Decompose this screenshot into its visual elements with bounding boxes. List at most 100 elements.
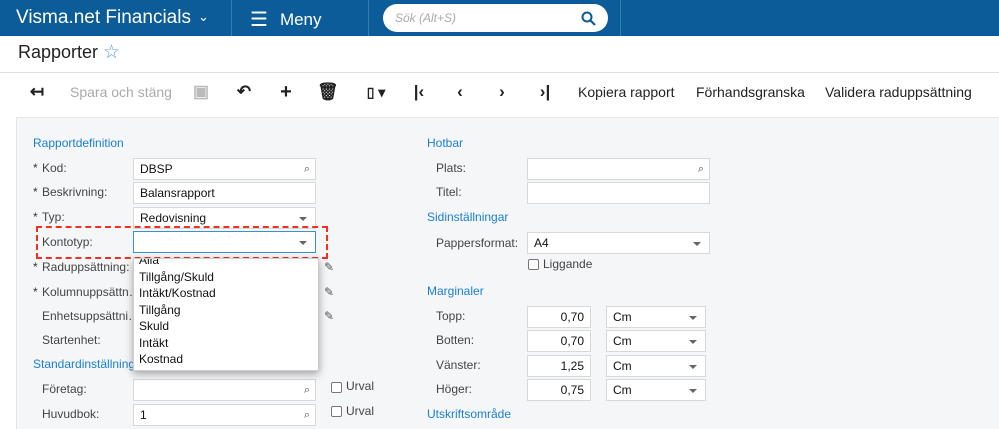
huvudbok-value: 1 — [140, 408, 147, 422]
clipboard-icon[interactable]: ▯ ▾ — [360, 82, 392, 102]
search-icon[interactable]: ⌕ — [698, 159, 704, 179]
foretag-label: Företag: — [42, 382, 87, 396]
pencil-icon[interactable]: ✎ — [324, 260, 334, 274]
margin-unit-select[interactable]: Cm — [606, 306, 706, 328]
caret-down-icon — [299, 217, 307, 221]
section-sidinstallningar: Sidinställningar — [427, 210, 509, 224]
margin-value-field[interactable]: 0,70 — [527, 306, 591, 328]
unit-value: Cm — [613, 359, 632, 373]
urval-checkbox[interactable] — [331, 382, 342, 393]
unit-value: Cm — [613, 334, 632, 348]
search-icon[interactable] — [581, 11, 596, 26]
kod-value: DBSP — [140, 162, 173, 176]
dropdown-option[interactable]: Tillgång — [134, 302, 318, 319]
copy-report-button[interactable]: Kopiera rapport — [578, 82, 675, 102]
beskrivning-field[interactable]: Balansrapport — [133, 182, 316, 204]
highlight-box — [36, 226, 328, 259]
section-hotbar: Hotbar — [427, 136, 464, 150]
search-input[interactable]: Sök (Alt+S) — [383, 4, 608, 32]
unit-value: Cm — [613, 310, 632, 324]
section-rapportdefinition: Rapportdefinition — [33, 136, 124, 150]
urval-checkbox[interactable] — [331, 406, 342, 417]
caret-down-icon — [689, 389, 697, 393]
unit-value: Cm — [613, 383, 632, 397]
search-icon[interactable]: ⌕ — [304, 159, 310, 179]
menu-button[interactable]: ☰ Meny — [250, 7, 322, 32]
margin-unit-select[interactable]: Cm — [606, 330, 706, 352]
validate-button[interactable]: Validera raduppsättning — [825, 82, 972, 102]
liggande-label: Liggande — [543, 257, 593, 271]
caret-down-icon — [689, 365, 697, 369]
kolumnuppsattning-label: Kolumnuppsättn… — [42, 285, 141, 299]
search-icon[interactable]: ⌕ — [304, 405, 310, 425]
last-record-icon[interactable]: ›| — [535, 82, 555, 102]
divider — [231, 0, 232, 36]
kod-field[interactable]: DBSP ⌕ — [133, 158, 316, 180]
star-icon[interactable]: ☆ — [103, 41, 120, 64]
section-utskriftsomrade: Utskriftsområde — [427, 407, 512, 421]
dropdown-option[interactable]: Intäkt — [134, 335, 318, 352]
prev-record-icon[interactable]: ‹ — [450, 82, 470, 102]
section-marginaler: Marginaler — [427, 284, 484, 298]
margin-value-field[interactable]: 0,75 — [527, 379, 591, 401]
plats-label: Plats: — [436, 161, 467, 175]
huvudbok-label: Huvudbok: — [42, 407, 100, 421]
dropdown-option[interactable]: Kostnad — [134, 351, 318, 368]
dropdown-option[interactable]: Intäkt/Kostnad — [134, 285, 318, 302]
divider — [620, 0, 621, 36]
pencil-icon[interactable]: ✎ — [324, 309, 334, 323]
next-record-icon[interactable]: › — [492, 82, 512, 102]
margin-unit-select[interactable]: Cm — [606, 355, 706, 377]
save-close-button[interactable]: Spara och stäng — [70, 82, 172, 102]
typ-value: Redovisning — [140, 211, 207, 225]
plats-field[interactable]: ⌕ — [527, 158, 710, 180]
raduppsattning-label: Raduppsättning: — [42, 260, 130, 274]
pappersformat-label: Pappersformat: — [436, 236, 519, 250]
search-placeholder: Sök (Alt+S) — [395, 11, 457, 25]
titel-label: Titel: — [436, 185, 462, 199]
plus-icon[interactable]: + — [276, 82, 296, 102]
caret-down-icon — [689, 316, 697, 320]
kontotyp-dropdown-list: Alla Tillgång/Skuld Intäkt/Kostnad Tillg… — [133, 258, 319, 371]
foretag-field[interactable]: ⌕ — [133, 379, 316, 401]
menu-label: Meny — [279, 9, 322, 29]
startenhet-label: Startenhet: — [42, 333, 101, 347]
enhetsuppsattning-label: Enhetsuppsättni… — [42, 309, 141, 323]
divider — [0, 72, 999, 73]
margin-label: Vänster: — [436, 358, 481, 372]
dropdown-option[interactable]: Tillgång/Skuld — [134, 269, 318, 286]
typ-label: Typ: — [42, 210, 65, 224]
titel-field[interactable] — [527, 182, 710, 204]
first-record-icon[interactable]: |‹ — [409, 82, 429, 102]
preview-button[interactable]: Förhandsgranska — [696, 82, 805, 102]
caret-down-icon — [693, 242, 701, 246]
pappersformat-select[interactable]: A4 — [527, 232, 710, 254]
huvudbok-field[interactable]: 1 ⌕ — [133, 404, 316, 426]
liggande-checkbox[interactable] — [528, 259, 539, 270]
pencil-icon[interactable]: ✎ — [324, 285, 334, 299]
urval-label: Urval — [346, 379, 375, 393]
margin-label: Botten: — [436, 333, 475, 347]
margin-value-field[interactable]: 1,25 — [527, 355, 591, 377]
app-title[interactable]: Visma.net Financials — [16, 7, 191, 29]
margin-label: Topp: — [436, 309, 466, 323]
kod-label: Kod: — [42, 161, 67, 175]
trash-icon[interactable]: 🗑 — [317, 82, 339, 102]
section-standardinstallningar: Standardinställningar — [33, 357, 146, 371]
margin-value-field[interactable]: 0,70 — [527, 330, 591, 352]
top-bar: Visma.net Financials ⌄ ☰ Meny Sök (Alt+S) — [0, 0, 999, 36]
save-icon[interactable]: ▣ — [191, 82, 211, 102]
hamburger-icon: ☰ — [250, 9, 268, 31]
back-arrow-icon[interactable]: ↤ — [27, 82, 47, 102]
chevron-down-icon[interactable]: ⌄ — [198, 9, 209, 25]
beskrivning-label: Beskrivning: — [42, 185, 108, 199]
caret-down-icon — [689, 340, 697, 344]
undo-icon[interactable]: ↶ — [234, 82, 254, 102]
page-title: Rapporter — [18, 42, 99, 62]
dropdown-option[interactable]: Skuld — [134, 318, 318, 335]
dropdown-option[interactable]: Alla — [134, 259, 318, 269]
pappersformat-value: A4 — [534, 236, 549, 250]
margin-unit-select[interactable]: Cm — [606, 379, 706, 401]
search-icon[interactable]: ⌕ — [304, 380, 310, 400]
margin-label: Höger: — [436, 382, 473, 396]
